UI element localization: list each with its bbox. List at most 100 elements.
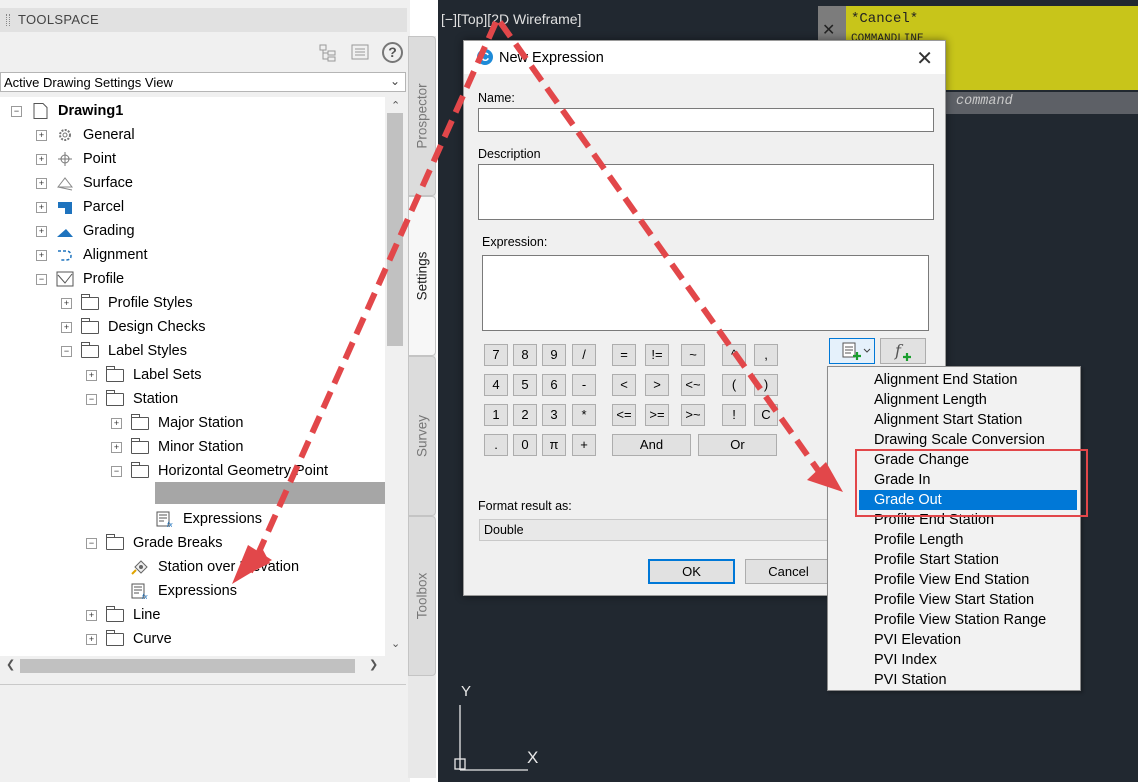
ok-button[interactable]: OK bbox=[648, 559, 735, 584]
tab-prospector[interactable]: Prospector bbox=[408, 36, 436, 196]
expand-icon[interactable]: + bbox=[36, 202, 47, 213]
tree-item[interactable]: − Drawing1 bbox=[0, 99, 385, 123]
key-button[interactable]: 9 bbox=[542, 344, 566, 366]
tree-item[interactable]: Station over Elevation bbox=[0, 555, 385, 579]
expand-icon[interactable]: + bbox=[36, 130, 47, 141]
collapse-icon[interactable]: − bbox=[86, 538, 97, 549]
tree-item[interactable]: + Curve bbox=[0, 627, 385, 651]
key-button[interactable]: != bbox=[645, 344, 669, 366]
expand-icon[interactable]: + bbox=[86, 610, 97, 621]
menu-item[interactable]: Profile Start Station bbox=[859, 550, 1077, 570]
scroll-up-icon[interactable]: ⌃ bbox=[391, 99, 400, 112]
tree-item[interactable]: + Profile Styles bbox=[0, 291, 385, 315]
tree-item[interactable]: − Horizontal Geometry Point bbox=[0, 459, 385, 483]
scroll-left-icon[interactable]: ❮ bbox=[6, 658, 15, 671]
menu-item[interactable]: Alignment Start Station bbox=[859, 410, 1077, 430]
key-button[interactable]: - bbox=[572, 374, 596, 396]
tree-item[interactable]: + Design Checks bbox=[0, 315, 385, 339]
tree-item[interactable]: − Label Styles bbox=[0, 339, 385, 363]
key-button[interactable]: * bbox=[572, 404, 596, 426]
expand-icon[interactable]: + bbox=[61, 298, 72, 309]
list-view-icon[interactable] bbox=[350, 42, 370, 62]
key-button[interactable]: 4 bbox=[484, 374, 508, 396]
tree-item[interactable]: − Profile bbox=[0, 267, 385, 291]
vertical-scroll-thumb[interactable] bbox=[387, 113, 403, 346]
tree-view-icon[interactable] bbox=[318, 42, 338, 62]
key-button[interactable]: And bbox=[612, 434, 691, 456]
menu-item[interactable]: Profile View End Station bbox=[859, 570, 1077, 590]
collapse-icon[interactable]: − bbox=[11, 106, 22, 117]
tree-item[interactable]: + Parcel bbox=[0, 195, 385, 219]
tree-item[interactable]: + Line bbox=[0, 603, 385, 627]
key-button[interactable]: < bbox=[612, 374, 636, 396]
collapse-icon[interactable]: − bbox=[61, 346, 72, 357]
tree-item[interactable]: + Minor Station bbox=[0, 435, 385, 459]
menu-item[interactable]: PVI Index bbox=[859, 650, 1077, 670]
key-button[interactable]: 8 bbox=[513, 344, 537, 366]
expand-icon[interactable]: + bbox=[36, 154, 47, 165]
key-button[interactable]: . bbox=[484, 434, 508, 456]
expand-icon[interactable]: + bbox=[36, 226, 47, 237]
collapse-icon[interactable]: − bbox=[86, 394, 97, 405]
help-icon[interactable]: ? bbox=[382, 42, 403, 63]
command-input[interactable]: command bbox=[940, 92, 1138, 114]
key-button[interactable]: >~ bbox=[681, 404, 705, 426]
expand-icon[interactable]: + bbox=[36, 178, 47, 189]
tree-item[interactable]: + General bbox=[0, 123, 385, 147]
menu-item[interactable]: Profile View Station Range bbox=[859, 610, 1077, 630]
tree-item[interactable]: + Alignment bbox=[0, 243, 385, 267]
key-button[interactable]: / bbox=[572, 344, 596, 366]
key-button[interactable]: >= bbox=[645, 404, 669, 426]
insert-function-button[interactable]: f bbox=[880, 338, 926, 364]
menu-item[interactable]: Alignment End Station bbox=[859, 370, 1077, 390]
menu-item[interactable]: Drawing Scale Conversion bbox=[859, 430, 1077, 450]
grip-icon[interactable] bbox=[6, 14, 10, 26]
key-button[interactable]: > bbox=[645, 374, 669, 396]
description-input[interactable] bbox=[478, 164, 934, 220]
insert-property-button[interactable] bbox=[829, 338, 875, 364]
menu-item[interactable]: PVI Elevation bbox=[859, 630, 1077, 650]
key-button[interactable]: <~ bbox=[681, 374, 705, 396]
key-button[interactable]: π bbox=[542, 434, 566, 456]
key-button[interactable]: 3 bbox=[542, 404, 566, 426]
expression-input[interactable] bbox=[482, 255, 929, 331]
key-button[interactable]: C bbox=[754, 404, 778, 426]
chevron-down-icon[interactable]: ⌄ bbox=[390, 74, 400, 88]
key-button[interactable]: 6 bbox=[542, 374, 566, 396]
tree-item[interactable]: + Grading bbox=[0, 219, 385, 243]
name-input[interactable] bbox=[478, 108, 934, 132]
view-dropdown[interactable]: Active Drawing Settings View ⌄ bbox=[0, 72, 406, 92]
horizontal-scroll-thumb[interactable] bbox=[20, 659, 355, 673]
menu-item[interactable]: Profile View Start Station bbox=[859, 590, 1077, 610]
tree-item[interactable]: + Surface bbox=[0, 171, 385, 195]
tab-settings[interactable]: Settings bbox=[408, 196, 436, 356]
expand-icon[interactable]: + bbox=[36, 250, 47, 261]
key-button[interactable]: ! bbox=[722, 404, 746, 426]
key-button[interactable]: ( bbox=[722, 374, 746, 396]
key-button[interactable]: ~ bbox=[681, 344, 705, 366]
key-button[interactable]: 5 bbox=[513, 374, 537, 396]
key-button[interactable]: 1 bbox=[484, 404, 508, 426]
key-button[interactable]: 7 bbox=[484, 344, 508, 366]
key-button[interactable]: <= bbox=[612, 404, 636, 426]
key-button[interactable]: 2 bbox=[513, 404, 537, 426]
menu-item[interactable]: Profile Length bbox=[859, 530, 1077, 550]
expand-icon[interactable]: + bbox=[111, 442, 122, 453]
collapse-icon[interactable]: − bbox=[36, 274, 47, 285]
format-select[interactable]: Double bbox=[479, 519, 834, 541]
tree-item[interactable]: fx Expressions bbox=[0, 507, 385, 531]
menu-item[interactable]: PVI Station bbox=[859, 670, 1077, 690]
tree-item[interactable]: − Station bbox=[0, 387, 385, 411]
dialog-title-bar[interactable]: C New Expression ✕ bbox=[464, 41, 945, 74]
tree-item-selected[interactable]: fx Expressions bbox=[0, 579, 385, 603]
close-icon[interactable]: ✕ bbox=[822, 20, 835, 40]
key-button[interactable]: , bbox=[754, 344, 778, 366]
expand-icon[interactable]: + bbox=[61, 322, 72, 333]
key-button[interactable]: 0 bbox=[513, 434, 537, 456]
key-button[interactable]: ^ bbox=[722, 344, 746, 366]
key-button[interactable]: ) bbox=[754, 374, 778, 396]
tree-item[interactable]: + Label Sets bbox=[0, 363, 385, 387]
expand-icon[interactable]: + bbox=[86, 634, 97, 645]
viewport-controls[interactable]: [−][Top][2D Wireframe] bbox=[441, 11, 581, 27]
key-button[interactable]: + bbox=[572, 434, 596, 456]
